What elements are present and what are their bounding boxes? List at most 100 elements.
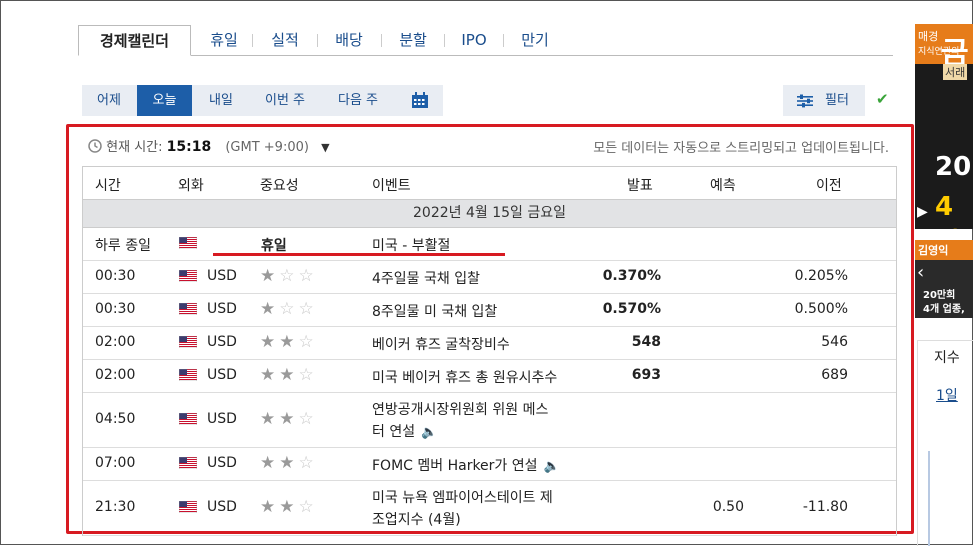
event-name[interactable]: 4주일물 국채 입찰 xyxy=(372,268,602,290)
importance-stars: ★☆☆ xyxy=(260,299,318,319)
tab-economic-calendar[interactable]: 경제캘린더 xyxy=(78,25,191,56)
event-currency: USD xyxy=(207,334,237,350)
header-previous: 이전 xyxy=(816,178,842,194)
us-flag-icon xyxy=(178,335,198,349)
clock-icon xyxy=(88,138,102,157)
tab-separator xyxy=(503,34,504,47)
this-week-button[interactable]: 이번 주 xyxy=(250,85,320,116)
tab-earnings[interactable]: 실적 xyxy=(255,25,315,55)
event-row[interactable]: 02:00 USD ★★☆ 베이커 휴즈 굴착장비수 548 546 xyxy=(83,327,896,360)
event-currency: USD xyxy=(207,301,237,317)
ad-line: 4개 xyxy=(935,192,959,229)
holiday-row[interactable]: 하루 종일 휴일 미국 - 부활절 xyxy=(83,228,896,261)
importance-stars: ★★☆ xyxy=(260,365,318,385)
event-previous: -11.80 xyxy=(802,499,848,515)
header-actual: 발표 xyxy=(627,178,653,194)
event-previous: 0.205% xyxy=(794,268,848,284)
us-flag-icon xyxy=(178,412,198,426)
star-empty-icon: ☆ xyxy=(298,409,318,429)
check-icon: ✔ xyxy=(876,90,889,108)
tab-separator xyxy=(381,34,382,47)
calendar-icon[interactable] xyxy=(396,85,443,116)
advertisement-banner[interactable]: 매경 지식연관의 금 서래 20 4개 ▶ xyxy=(915,24,973,229)
advertisement-banner-2[interactable]: 김영익 20만희 4개 업종, ‹ xyxy=(915,240,973,318)
event-name[interactable]: 연방공개시장위원회 위원 메스 터 연설 🔈 xyxy=(372,399,602,444)
event-previous: 546 xyxy=(821,334,848,350)
event-time: 02:00 xyxy=(95,367,136,383)
header-event: 이벤트 xyxy=(372,178,411,194)
chevron-down-icon[interactable]: ▼ xyxy=(321,141,329,154)
flag-cell xyxy=(178,456,198,473)
event-currency: USD xyxy=(207,499,237,515)
event-row[interactable]: 07:00 USD ★★☆ FOMC 멤버 Harker가 연설 🔈 xyxy=(83,448,896,481)
event-time: 02:00 xyxy=(95,334,136,350)
filter-button[interactable]: 필터 xyxy=(783,85,865,116)
holiday-time: 하루 종일 xyxy=(95,238,151,254)
event-line: FOMC 멤버 Harker가 연설 xyxy=(372,458,538,474)
ad-line: 4개 업종, xyxy=(923,304,965,315)
holiday-event: 미국 - 부활절 xyxy=(372,238,451,254)
event-actual: 548 xyxy=(631,334,661,350)
star-empty-icon: ☆ xyxy=(279,266,299,286)
us-flag-icon xyxy=(178,500,198,514)
speaker-icon: 🔈 xyxy=(421,425,438,440)
us-flag-icon xyxy=(178,236,198,253)
tab-expirations[interactable]: 만기 xyxy=(505,25,565,55)
time-prefix: 현재 시간: xyxy=(106,140,163,155)
star-empty-icon: ☆ xyxy=(279,299,299,319)
speaker-icon: 🔈 xyxy=(543,459,560,474)
us-flag-icon xyxy=(178,302,198,316)
star-filled-icon: ★ xyxy=(279,365,299,385)
event-row[interactable]: 04:50 USD ★★☆ 연방공개시장위원회 위원 메스 터 연설 🔈 xyxy=(83,393,896,448)
event-name[interactable]: FOMC 멤버 Harker가 연설 🔈 xyxy=(372,455,602,478)
tab-dividends[interactable]: 배당 xyxy=(319,25,379,55)
star-empty-icon: ☆ xyxy=(298,365,318,385)
ad-line: 김영익 xyxy=(915,240,973,260)
star-filled-icon: ★ xyxy=(279,332,299,352)
tab-splits[interactable]: 분할 xyxy=(383,25,443,55)
event-row[interactable]: 21:30 USD ★★☆ 미국 뉴욕 엠파이어스테이트 제 조업지수 (4월) 0.50… xyxy=(83,481,896,536)
tab-ipo[interactable]: IPO xyxy=(446,25,502,55)
event-line: 연방공개시장위원회 위원 메스 xyxy=(372,402,549,418)
tab-separator xyxy=(444,34,445,47)
chevron-left-icon[interactable]: ‹ xyxy=(917,262,924,283)
today-button[interactable]: 오늘 xyxy=(137,85,192,116)
tab-separator xyxy=(252,34,253,47)
filter-icon xyxy=(797,85,813,116)
next-week-button[interactable]: 다음 주 xyxy=(322,85,394,116)
event-line: 미국 베이커 휴즈 총 원유시추수 xyxy=(372,370,558,386)
day-filter-bar: 어제 오늘 내일 이번 주 다음 주 xyxy=(82,85,443,116)
tab-holidays[interactable]: 휴일 xyxy=(196,25,252,55)
event-row[interactable]: 02:00 USD ★★☆ 미국 베이커 휴즈 총 원유시추수 693 689 xyxy=(83,360,896,393)
event-name[interactable]: 8주일물 미 국채 입찰 xyxy=(372,301,602,323)
event-name[interactable]: 미국 뉴욕 엠파이어스테이트 제 조업지수 (4월) xyxy=(372,487,602,531)
play-icon[interactable]: ▶ xyxy=(917,204,928,220)
tomorrow-button[interactable]: 내일 xyxy=(194,85,248,116)
flag-cell xyxy=(178,412,198,429)
flag-cell xyxy=(178,500,198,517)
index-panel: 지수 1일 xyxy=(917,340,973,546)
tab-separator xyxy=(317,34,318,47)
star-empty-icon: ☆ xyxy=(298,332,318,352)
period-link[interactable]: 1일 xyxy=(936,385,958,405)
star-filled-icon: ★ xyxy=(260,409,280,429)
event-name[interactable]: 미국 베이커 휴즈 총 원유시추수 xyxy=(372,367,602,389)
event-time: 00:30 xyxy=(95,268,136,284)
event-name[interactable]: 베이커 휴즈 굴착장비수 xyxy=(372,334,602,356)
star-filled-icon: ★ xyxy=(279,409,299,429)
table-header: 시간 외화 중요성 이벤트 발표 예측 이전 xyxy=(83,166,896,200)
event-actual: 0.370% xyxy=(602,268,661,284)
importance-stars: ★★☆ xyxy=(260,409,318,429)
timezone-selector[interactable]: (GMT +9:00) xyxy=(225,140,309,155)
holiday-underline xyxy=(213,253,505,256)
header-forecast: 예측 xyxy=(710,178,736,194)
event-row[interactable]: 00:30 USD ★☆☆ 8주일물 미 국채 입찰 0.570% 0.500% xyxy=(83,294,896,327)
filter-label: 필터 xyxy=(825,93,849,108)
chart-line xyxy=(928,451,930,546)
us-flag-icon xyxy=(178,236,198,250)
ad-line: 서래 xyxy=(943,64,968,80)
event-row[interactable]: 00:30 USD ★☆☆ 4주일물 국채 입찰 0.370% 0.205% xyxy=(83,261,896,294)
yesterday-button[interactable]: 어제 xyxy=(82,85,136,116)
event-line: 4주일물 국채 입찰 xyxy=(372,271,480,287)
flag-cell xyxy=(178,335,198,352)
